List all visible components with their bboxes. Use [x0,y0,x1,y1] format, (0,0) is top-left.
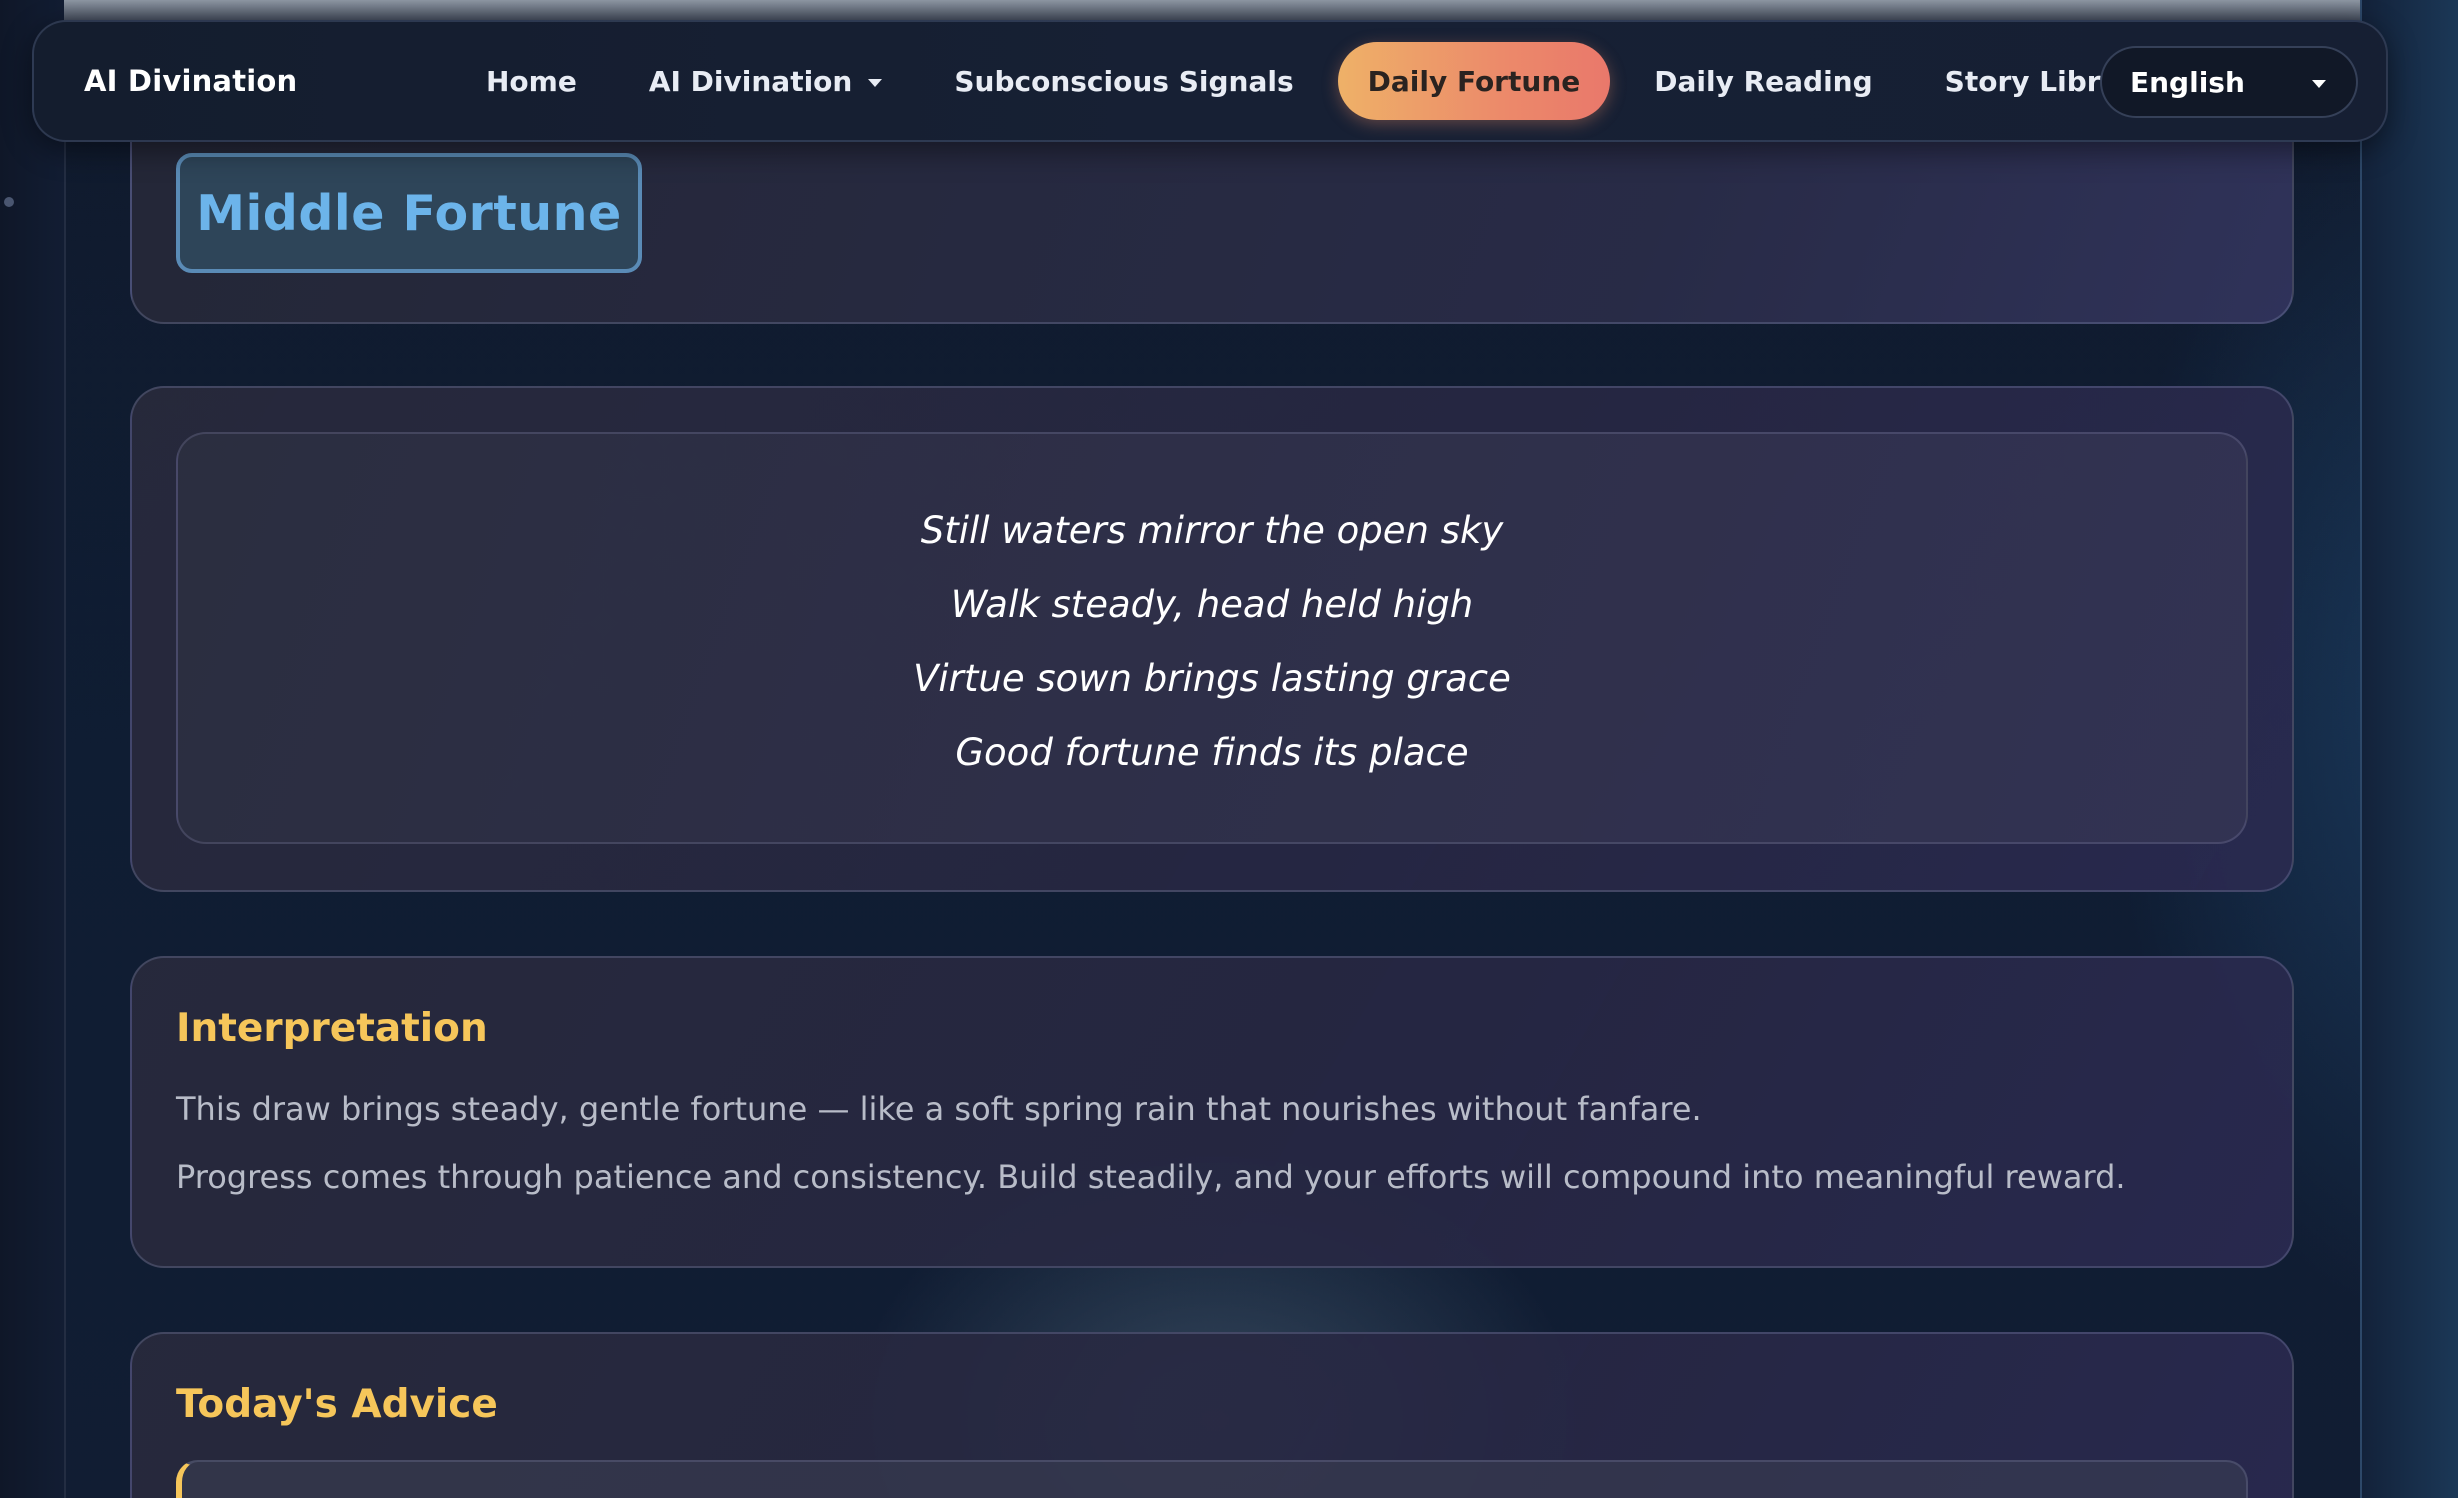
nav-item-daily-fortune[interactable]: Daily Fortune [1337,42,1611,120]
chevron-down-icon [868,79,883,87]
brand-logo-text[interactable]: AI Divination [84,22,297,140]
nav-item-label: AI Divination [648,64,853,98]
top-navbar: AI Divination Home AI Divination Subcons… [32,20,2388,142]
nav-menu: Home AI Divination Subconscious Signals … [450,22,2188,140]
advice-title: Today's Advice [176,1382,498,1427]
nav-item-home[interactable]: Home [450,42,613,120]
left-edge-panel [0,0,66,1498]
chevron-down-icon [2312,80,2326,88]
nav-item-label: Daily Reading [1654,64,1873,98]
nav-item-ai-divination[interactable]: AI Divination [613,42,919,120]
scroll-indicator-dot [4,197,14,207]
poem-line: Virtue sown brings lasting grace [913,657,1511,700]
advice-box [176,1460,2248,1498]
fortune-level-badge: Middle Fortune [176,153,642,273]
nav-item-label: Home [486,64,577,98]
language-select-value: English [2130,65,2245,99]
nav-item-label: Daily Fortune [1367,64,1581,98]
top-edge-shade [64,0,2360,22]
interpretation-paragraph: Progress comes through patience and cons… [176,1158,2126,1196]
language-select[interactable]: English [2100,46,2358,118]
advice-card: Today's Advice [130,1332,2294,1498]
nav-item-subconscious-signals[interactable]: Subconscious Signals [918,42,1329,120]
nav-item-label: Subconscious Signals [954,64,1294,98]
poem-line: Good fortune finds its place [955,731,1469,774]
interpretation-card: Interpretation This draw brings steady, … [130,956,2294,1268]
poem-box: Still waters mirror the open sky Walk st… [176,432,2248,844]
nav-item-daily-reading[interactable]: Daily Reading [1618,42,1908,120]
poem-line: Walk steady, head held high [950,583,1474,626]
interpretation-title: Interpretation [176,1006,488,1051]
right-edge-panel [2360,0,2458,1498]
poem-line: Still waters mirror the open sky [920,509,1504,552]
fortune-poem-card: Still waters mirror the open sky Walk st… [130,386,2294,892]
interpretation-paragraph: This draw brings steady, gentle fortune … [176,1090,1702,1128]
